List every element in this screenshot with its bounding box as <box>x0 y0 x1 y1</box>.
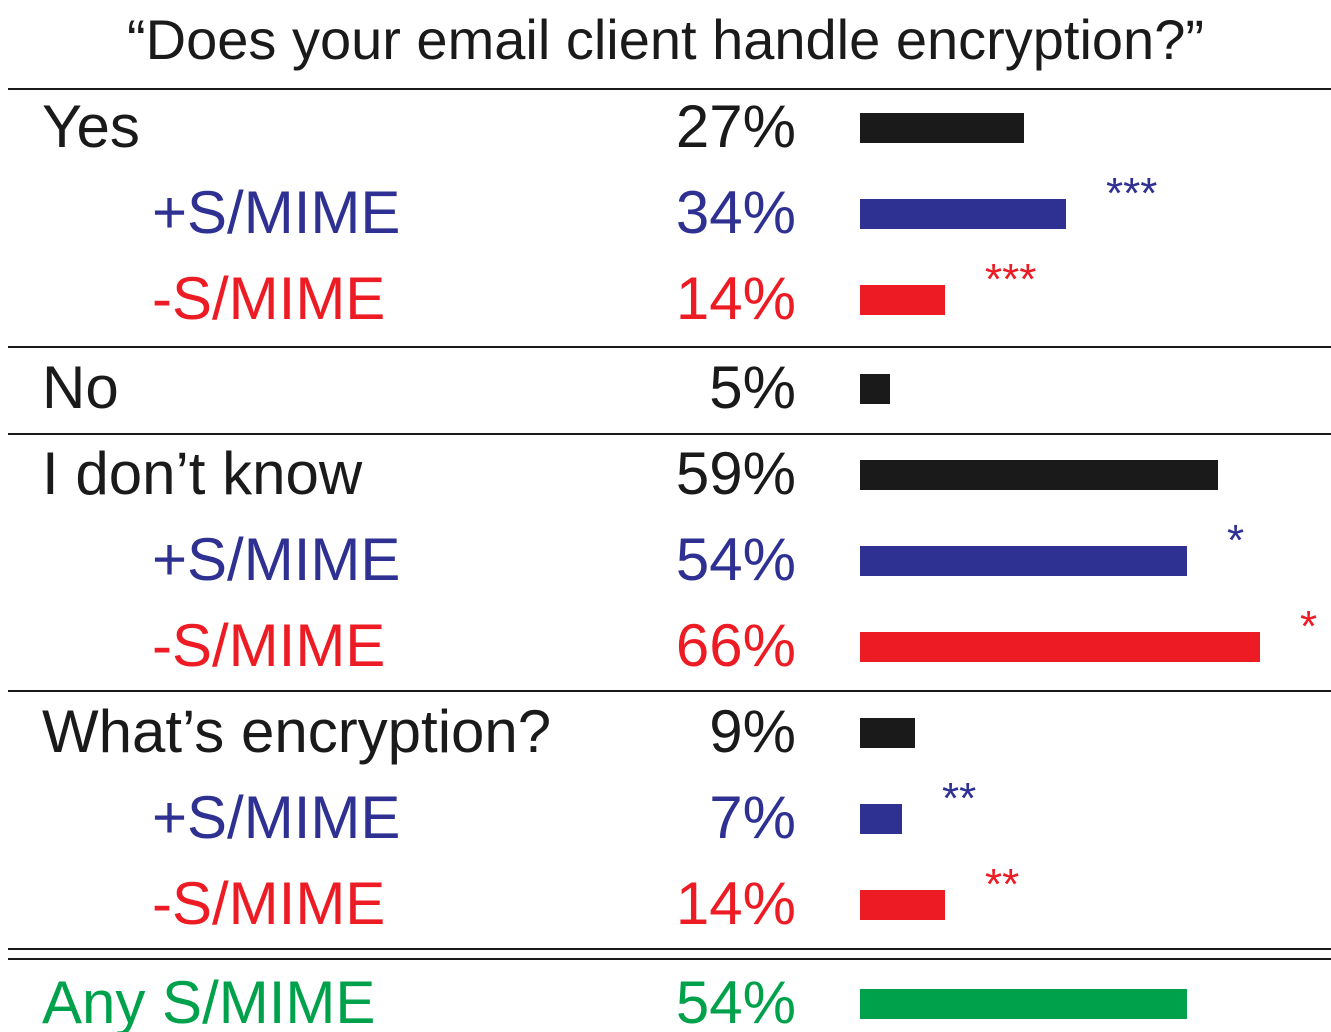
percent-label: 5% <box>709 354 796 421</box>
table-row: What’s encryption? 9% <box>0 689 1331 775</box>
percent-label: 27% <box>675 93 796 160</box>
percent-label: 59% <box>675 440 796 507</box>
percent-label: 7% <box>709 784 796 851</box>
bar <box>860 890 945 920</box>
bar <box>860 632 1260 662</box>
table-row: -S/MIME 14% *** <box>0 256 1331 342</box>
significance-stars: *** <box>985 255 1037 304</box>
bar <box>860 460 1218 490</box>
table-row: +S/MIME 54% * <box>0 517 1331 603</box>
bar <box>860 804 902 834</box>
row-label: +S/MIME <box>152 526 401 593</box>
row-label: +S/MIME <box>152 784 401 851</box>
percent-label: 54% <box>675 526 796 593</box>
separator-rule <box>8 948 1331 950</box>
significance-stars: * <box>1300 602 1318 651</box>
percent-label: 66% <box>675 612 796 679</box>
table-row: -S/MIME 66% * <box>0 603 1331 689</box>
chart-title: “Does your email client handle encryptio… <box>127 8 1204 71</box>
percent-label: 14% <box>675 265 796 332</box>
percent-label: 9% <box>709 698 796 765</box>
row-label: Yes <box>42 93 140 160</box>
row-label: No <box>42 354 119 421</box>
bar <box>860 113 1024 143</box>
percent-label: 34% <box>675 179 796 246</box>
table-row: -S/MIME 14% ** <box>0 861 1331 947</box>
row-label: -S/MIME <box>152 870 386 937</box>
table-row: No 5% <box>0 345 1331 431</box>
percent-label: 14% <box>675 870 796 937</box>
bar <box>860 199 1066 229</box>
row-label: -S/MIME <box>152 612 386 679</box>
bar <box>860 374 890 404</box>
bar <box>860 989 1187 1019</box>
row-label: Any S/MIME <box>42 969 376 1032</box>
row-label: -S/MIME <box>152 265 386 332</box>
significance-stars: ** <box>985 860 1020 909</box>
table-row: Any S/MIME 54% <box>0 960 1331 1032</box>
significance-stars: *** <box>1106 169 1158 218</box>
significance-stars: ** <box>942 774 977 823</box>
bar <box>860 718 915 748</box>
table-row: Yes 27% <box>0 84 1331 170</box>
row-label: What’s encryption? <box>42 698 552 765</box>
percent-label: 54% <box>675 969 796 1032</box>
bar <box>860 285 945 315</box>
table-row: I don’t know 59% <box>0 431 1331 517</box>
row-label: I don’t know <box>42 440 363 507</box>
bar <box>860 546 1187 576</box>
table-row: +S/MIME 34% *** <box>0 170 1331 256</box>
significance-stars: * <box>1227 516 1245 565</box>
chart-stage: “Does your email client handle encryptio… <box>0 0 1331 1032</box>
row-label: +S/MIME <box>152 179 401 246</box>
table-row: +S/MIME 7% ** <box>0 775 1331 861</box>
